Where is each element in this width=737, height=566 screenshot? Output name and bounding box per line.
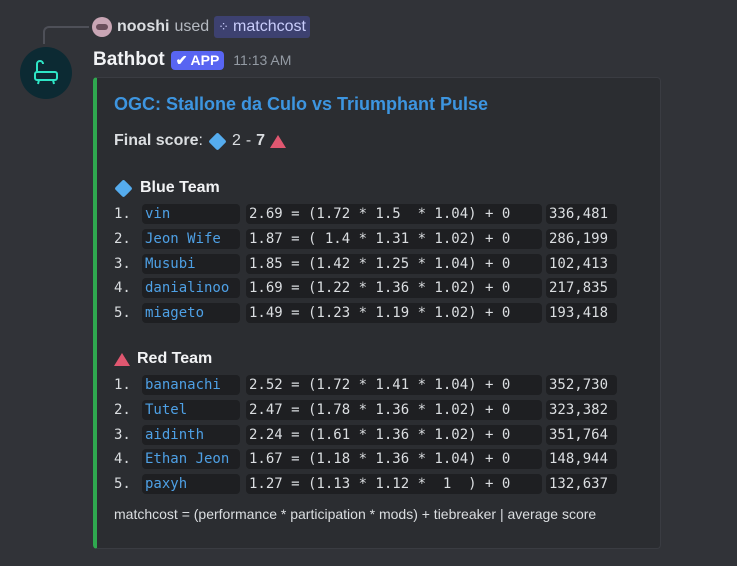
average-score: 286,199 (546, 228, 617, 249)
table-row: 4. Ethan Jeon 1.67 = (1.18 * 1.36 * 1.04) … (114, 448, 617, 470)
player-rank: 5. (114, 476, 131, 493)
final-colon: : (198, 132, 203, 149)
reply-connector (43, 26, 89, 44)
blue-team-heading: Blue Team (114, 178, 220, 198)
player-rank: 3. (114, 426, 131, 443)
average-score: 217,835 (546, 278, 617, 299)
table-row: 1. vin 2.69 = (1.72 * 1.5 * 1.04) + 0 336,4… (114, 203, 617, 225)
table-row: 2. Tutel 2.47 = (1.78 * 1.36 * 1.02) + 0 32… (114, 399, 617, 421)
matchcost-formula: 2.69 = (1.72 * 1.5 * 1.04) + 0 (246, 204, 542, 224)
player-name[interactable]: Tutel (142, 399, 240, 420)
message-timestamp[interactable]: 11:13 AM (233, 52, 291, 68)
app-badge-label: APP (190, 52, 220, 68)
score-dash: - (245, 132, 252, 149)
matchcost-formula: 1.27 = (1.13 * 1.12 * 1 ) + 0 (246, 474, 542, 495)
matchcost-formula: 1.67 = (1.18 * 1.36 * 1.04) + 0 (246, 449, 542, 470)
average-score: 352,730 (546, 375, 617, 395)
embed-card: OGC: Stallone da Culo vs Triumphant Puls… (93, 77, 661, 549)
app-badge: ✔ APP (170, 50, 225, 70)
matchcost-formula: 2.47 = (1.78 * 1.36 * 1.02) + 0 (246, 399, 542, 420)
slash-command-icon: ⁘ (218, 19, 230, 34)
embed-title[interactable]: OGC: Stallone da Culo vs Triumphant Puls… (114, 94, 488, 115)
average-score: 336,481 (546, 204, 617, 224)
reply-user-avatar[interactable] (92, 17, 112, 37)
final-score: Final score: 2 - 7 (114, 131, 287, 151)
slash-command-label: matchcost (233, 18, 306, 35)
average-score: 323,382 (546, 399, 617, 420)
player-rank: 1. (114, 377, 131, 393)
player-rank: 1. (114, 206, 131, 222)
slash-command[interactable]: ⁘ matchcost (214, 16, 310, 38)
table-row: 3. Musubi 1.85 = (1.42 * 1.25 * 1.04) + 01… (114, 253, 617, 275)
player-name[interactable]: Ethan Jeon (142, 449, 240, 470)
bot-name[interactable]: Bathbot (93, 49, 165, 71)
player-name[interactable]: aidinth (142, 424, 240, 445)
matchcost-formula: 2.52 = (1.72 * 1.41 * 1.04) + 0 (246, 375, 542, 395)
average-score: 148,944 (546, 449, 617, 470)
red-triangle-icon (114, 352, 130, 366)
matchcost-formula: 1.87 = ( 1.4 * 1.31 * 1.02) + 0 (246, 228, 542, 249)
player-name[interactable]: Musubi (142, 253, 240, 274)
player-rank: 5. (114, 305, 131, 322)
red-triangle-icon (270, 134, 287, 148)
large-blue-diamond-icon (114, 178, 133, 198)
matchcost-formula: 1.49 = (1.23 * 1.19 * 1.02) + 0 (246, 303, 542, 324)
player-rank: 4. (114, 451, 131, 468)
table-row: 3. aidinth 2.24 = (1.61 * 1.36 * 1.02) + 0… (114, 424, 617, 446)
player-name[interactable]: Jeon Wife (142, 228, 240, 249)
average-score: 132,637 (546, 474, 617, 495)
player-rank: 3. (114, 255, 131, 272)
red-team-heading: Red Team (114, 350, 212, 368)
final-score-label: Final score (114, 132, 199, 149)
player-rank: 2. (114, 230, 131, 247)
player-name[interactable]: danialinoo (142, 278, 240, 299)
player-rank: 4. (114, 280, 131, 297)
player-name[interactable]: vin (142, 204, 240, 224)
red-score: 7 (256, 132, 266, 149)
checkmark-icon: ✔ (175, 51, 188, 68)
average-score: 102,413 (546, 253, 617, 274)
message-header: Bathbot ✔ APP 11:13 AM (93, 47, 291, 73)
embed-footer: matchcost = (performance * participation… (114, 506, 597, 522)
blue-team-label: Blue Team (140, 179, 220, 196)
player-name[interactable]: miageto (142, 303, 240, 324)
matchcost-formula: 1.85 = (1.42 * 1.25 * 1.04) + 0 (246, 253, 542, 274)
red-team-label: Red Team (137, 350, 213, 367)
reply-context[interactable]: nooshi used ⁘ matchcost (92, 16, 310, 38)
player-name[interactable]: bananachi (142, 375, 240, 395)
average-score: 351,764 (546, 424, 617, 445)
matchcost-formula: 1.69 = (1.22 * 1.36 * 1.02) + 0 (246, 278, 542, 299)
average-score: 193,418 (546, 303, 617, 324)
large-blue-diamond-icon (208, 131, 227, 151)
bathtub-icon (34, 60, 58, 85)
blue-score: 2 (231, 132, 241, 149)
bot-avatar[interactable] (20, 47, 72, 99)
player-rank: 2. (114, 401, 131, 418)
player-name[interactable]: paxyh (142, 474, 240, 495)
table-row: 5. miageto 1.49 = (1.23 * 1.19 * 1.02) + 0… (114, 302, 617, 324)
reply-username[interactable]: nooshi (117, 18, 169, 36)
reply-used-text: used (174, 18, 210, 35)
table-row: 2. Jeon Wife 1.87 = ( 1.4 * 1.31 * 1.02) +… (114, 228, 617, 250)
table-row: 5. paxyh 1.27 = (1.13 * 1.12 * 1 ) + 0 132,… (114, 473, 617, 495)
matchcost-formula: 2.24 = (1.61 * 1.36 * 1.02) + 0 (246, 424, 542, 445)
table-row: 4. danialinoo 1.69 = (1.22 * 1.36 * 1.02) … (114, 277, 617, 299)
table-row: 1. bananachi 2.52 = (1.72 * 1.41 * 1.04) +… (114, 374, 617, 396)
